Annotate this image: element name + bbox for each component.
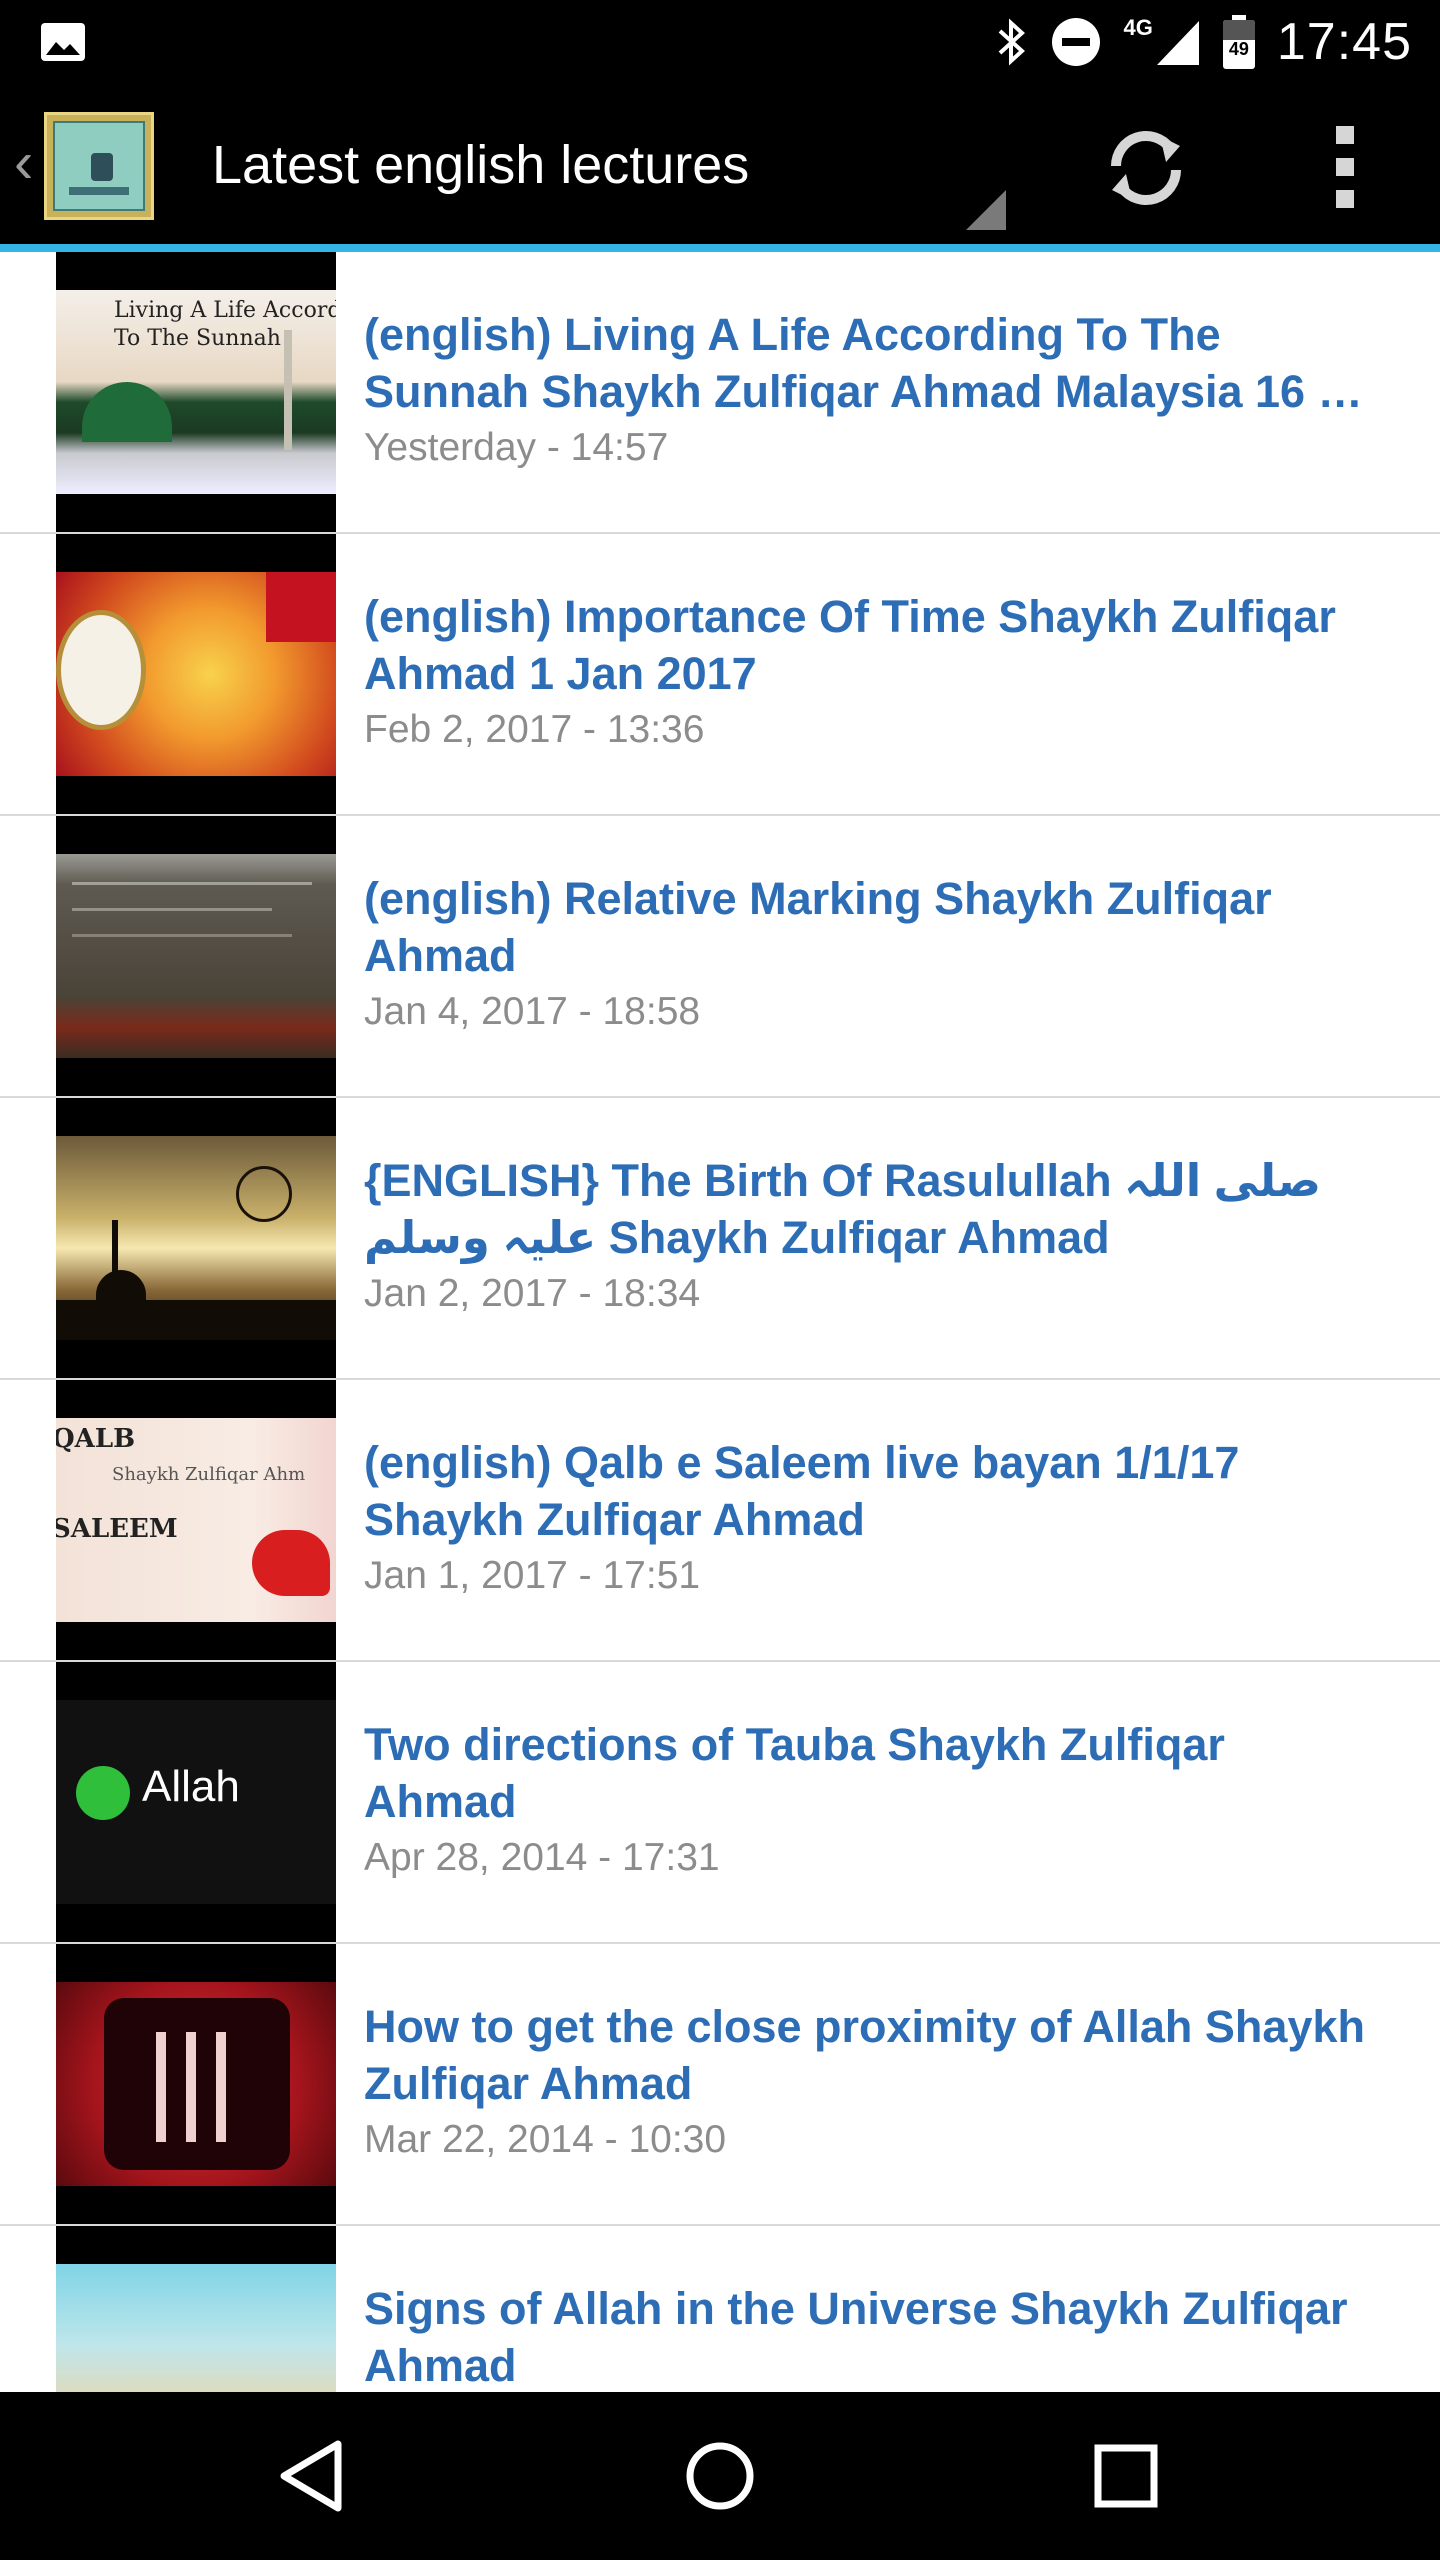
list-item[interactable]: Allah Two directions of Tauba Shaykh Zul… [0, 1662, 1440, 1944]
back-icon[interactable] [272, 2434, 356, 2518]
item-title: Signs of Allah in the Universe Shaykh Zu… [364, 2283, 1348, 2391]
list-item[interactable]: QALB Shaykh Zulfiqar Ahm SALEEM (english… [0, 1380, 1440, 1662]
up-chevron-icon[interactable]: ‹ [14, 134, 33, 192]
recents-icon[interactable] [1084, 2434, 1168, 2518]
status-bar: 4G 49 17:45 [0, 0, 1440, 84]
item-title: (english) Qalb e Saleem live bayan 1/1/1… [364, 1437, 1240, 1545]
thumbnail: Living A Life Accordin To The Sunnah [56, 252, 336, 532]
item-date: Jan 2, 2017 - 18:34 [364, 1272, 701, 1315]
home-icon[interactable] [678, 2434, 762, 2518]
item-title: {ENGLISH} The Birth Of Rasulullah صلی ال… [364, 1155, 1322, 1263]
list-item[interactable]: (english) Relative Marking Shaykh Zulfiq… [0, 816, 1440, 1098]
image-notification-icon [41, 23, 85, 61]
item-date: Mar 22, 2014 - 10:30 [364, 2118, 727, 2161]
battery-level: 49 [1228, 39, 1249, 59]
refresh-icon[interactable] [1100, 122, 1192, 214]
navigation-bar [0, 2392, 1440, 2560]
list-item[interactable]: Signs of Allah in the Universe Shaykh Zu… [0, 2226, 1440, 2392]
item-title: How to get the close proximity of Allah … [364, 2001, 1365, 2109]
lecture-list[interactable]: Living A Life Accordin To The Sunnah (en… [0, 252, 1440, 2392]
thumbnail [56, 2226, 336, 2392]
item-date: Apr 28, 2014 - 17:31 [364, 1836, 720, 1879]
item-title: (english) Importance Of Time Shaykh Zulf… [364, 591, 1336, 699]
thumbnail [56, 534, 336, 814]
status-time: 17:45 [1276, 13, 1412, 71]
app-logo-icon[interactable] [44, 112, 154, 220]
do-not-disturb-icon [1051, 18, 1100, 66]
list-item[interactable]: (english) Importance Of Time Shaykh Zulf… [0, 534, 1440, 816]
thumbnail: QALB Shaykh Zulfiqar Ahm SALEEM [56, 1380, 336, 1660]
thumbnail: Allah [56, 1662, 336, 1942]
item-title: Two directions of Tauba Shaykh Zulfiqar … [364, 1719, 1225, 1827]
item-date: Jan 1, 2017 - 17:51 [364, 1554, 701, 1597]
thumbnail [56, 816, 336, 1096]
item-date: Jan 4, 2017 - 18:58 [364, 990, 701, 1033]
thumbnail [56, 1098, 336, 1378]
page-title[interactable]: Latest english lectures [212, 134, 749, 196]
item-date: Feb 2, 2017 - 13:36 [364, 708, 705, 751]
network-type-label: 4G [1123, 15, 1153, 40]
spinner-indicator[interactable] [966, 190, 1006, 230]
battery-icon: 49 [1222, 15, 1255, 69]
list-item[interactable]: How to get the close proximity of Allah … [0, 1944, 1440, 2226]
item-date: Yesterday - 14:57 [364, 426, 669, 469]
thumbnail [56, 1944, 336, 2224]
list-item[interactable]: Living A Life Accordin To The Sunnah (en… [0, 252, 1440, 534]
bluetooth-icon [998, 18, 1025, 66]
item-title: (english) Relative Marking Shaykh Zulfiq… [364, 873, 1272, 981]
item-title: (english) Living A Life According To The… [364, 309, 1363, 417]
list-item[interactable]: {ENGLISH} The Birth Of Rasulullah صلی ال… [0, 1098, 1440, 1380]
signal-icon [1156, 21, 1199, 65]
action-bar: ‹ Latest english lectures [0, 84, 1440, 244]
overflow-menu-icon[interactable] [1316, 126, 1372, 210]
action-bar-divider [0, 244, 1440, 252]
